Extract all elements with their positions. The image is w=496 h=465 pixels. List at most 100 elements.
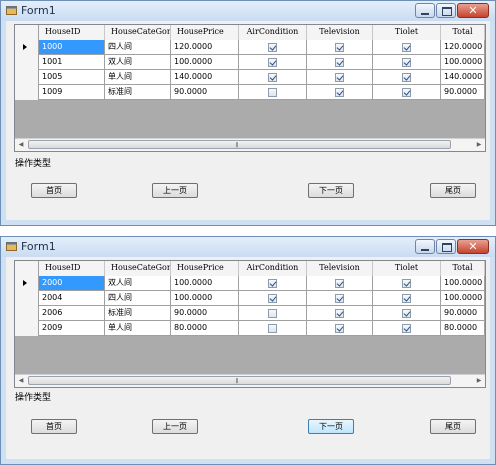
close-button[interactable]: ✕: [457, 239, 489, 254]
row-header-cell[interactable]: [15, 70, 39, 85]
corner-header-cell[interactable]: [15, 25, 39, 40]
cell-housecategory[interactable]: 标准间: [105, 85, 171, 100]
cell-houseid[interactable]: 2004: [39, 291, 105, 306]
cell-total[interactable]: 120.0000: [441, 40, 485, 55]
first-page-button[interactable]: 首页: [31, 183, 77, 198]
cell-television[interactable]: [307, 40, 373, 55]
column-header-houseprice[interactable]: HousePrice: [171, 261, 239, 276]
column-header-aircondition[interactable]: AirCondition: [239, 25, 307, 40]
television-checkbox[interactable]: [335, 58, 344, 67]
cell-tiolet[interactable]: [373, 55, 441, 70]
scroll-right-arrow-icon[interactable]: ▶: [473, 375, 485, 387]
table-row[interactable]: 1000 四人间 120.0000 120.0000: [15, 40, 485, 55]
scroll-left-arrow-icon[interactable]: ◀: [15, 375, 27, 387]
cell-aircondition[interactable]: [239, 321, 307, 336]
cell-housecategory[interactable]: 单人间: [105, 321, 171, 336]
next-page-button[interactable]: 下一页: [308, 183, 354, 198]
television-checkbox[interactable]: [335, 73, 344, 82]
cell-houseid[interactable]: 1009: [39, 85, 105, 100]
column-header-tiolet[interactable]: Tiolet: [373, 25, 441, 40]
tiolet-checkbox[interactable]: [402, 58, 411, 67]
tiolet-checkbox[interactable]: [402, 294, 411, 303]
horizontal-scrollbar[interactable]: ◀ ||| ▶: [15, 138, 485, 151]
cell-total[interactable]: 80.0000: [441, 321, 485, 336]
row-header-cell[interactable]: [15, 321, 39, 336]
column-header-total[interactable]: Total: [441, 25, 485, 40]
cell-aircondition[interactable]: [239, 70, 307, 85]
cell-houseid[interactable]: 1001: [39, 55, 105, 70]
cell-tiolet[interactable]: [373, 291, 441, 306]
table-row[interactable]: 1001 双人间 100.0000 100.0000: [15, 55, 485, 70]
tiolet-checkbox[interactable]: [402, 324, 411, 333]
cell-houseprice[interactable]: 100.0000: [171, 291, 239, 306]
television-checkbox[interactable]: [335, 88, 344, 97]
cell-houseprice[interactable]: 100.0000: [171, 276, 239, 291]
cell-aircondition[interactable]: [239, 55, 307, 70]
cell-houseid[interactable]: 2006: [39, 306, 105, 321]
tiolet-checkbox[interactable]: [402, 88, 411, 97]
cell-television[interactable]: [307, 276, 373, 291]
tiolet-checkbox[interactable]: [402, 279, 411, 288]
cell-total[interactable]: 100.0000: [441, 55, 485, 70]
cell-television[interactable]: [307, 321, 373, 336]
cell-houseprice[interactable]: 120.0000: [171, 40, 239, 55]
cell-television[interactable]: [307, 85, 373, 100]
column-header-housecategory[interactable]: HouseCateGory: [105, 261, 171, 276]
cell-houseprice[interactable]: 80.0000: [171, 321, 239, 336]
cell-housecategory[interactable]: 单人间: [105, 70, 171, 85]
aircondition-checkbox[interactable]: [268, 279, 277, 288]
cell-aircondition[interactable]: [239, 306, 307, 321]
table-row[interactable]: 2006 标准间 90.0000 90.0000: [15, 306, 485, 321]
cell-total[interactable]: 90.0000: [441, 85, 485, 100]
column-header-television[interactable]: Television: [307, 25, 373, 40]
television-checkbox[interactable]: [335, 279, 344, 288]
aircondition-checkbox[interactable]: [268, 43, 277, 52]
cell-housecategory[interactable]: 双人间: [105, 55, 171, 70]
next-page-button[interactable]: 下一页: [308, 419, 354, 434]
cell-total[interactable]: 100.0000: [441, 291, 485, 306]
tiolet-checkbox[interactable]: [402, 309, 411, 318]
cell-tiolet[interactable]: [373, 70, 441, 85]
cell-tiolet[interactable]: [373, 85, 441, 100]
row-header-cell[interactable]: [15, 306, 39, 321]
cell-total[interactable]: 140.0000: [441, 70, 485, 85]
cell-television[interactable]: [307, 55, 373, 70]
table-row[interactable]: 2004 四人间 100.0000 100.0000: [15, 291, 485, 306]
last-page-button[interactable]: 尾页: [430, 419, 476, 434]
table-row[interactable]: 1005 单人间 140.0000 140.0000: [15, 70, 485, 85]
house-data-grid[interactable]: HouseID HouseCateGory HousePrice AirCond…: [14, 260, 486, 388]
cell-total[interactable]: 90.0000: [441, 306, 485, 321]
prev-page-button[interactable]: 上一页: [152, 419, 198, 434]
aircondition-checkbox[interactable]: [268, 309, 277, 318]
television-checkbox[interactable]: [335, 43, 344, 52]
column-header-houseprice[interactable]: HousePrice: [171, 25, 239, 40]
tiolet-checkbox[interactable]: [402, 43, 411, 52]
cell-television[interactable]: [307, 306, 373, 321]
cell-houseprice[interactable]: 90.0000: [171, 85, 239, 100]
aircondition-checkbox[interactable]: [268, 73, 277, 82]
cell-houseid[interactable]: 1000: [39, 40, 105, 55]
aircondition-checkbox[interactable]: [268, 324, 277, 333]
cell-tiolet[interactable]: [373, 276, 441, 291]
cell-aircondition[interactable]: [239, 276, 307, 291]
scrollbar-thumb[interactable]: |||: [28, 140, 451, 149]
cell-houseid[interactable]: 1005: [39, 70, 105, 85]
title-bar[interactable]: Form1 ✕: [1, 1, 495, 21]
cell-housecategory[interactable]: 四人间: [105, 40, 171, 55]
aircondition-checkbox[interactable]: [268, 58, 277, 67]
minimize-button[interactable]: [415, 3, 435, 18]
scroll-right-arrow-icon[interactable]: ▶: [473, 139, 485, 151]
corner-header-cell[interactable]: [15, 261, 39, 276]
cell-houseid[interactable]: 2000: [39, 276, 105, 291]
cell-houseprice[interactable]: 140.0000: [171, 70, 239, 85]
television-checkbox[interactable]: [335, 324, 344, 333]
cell-total[interactable]: 100.0000: [441, 276, 485, 291]
maximize-button[interactable]: [436, 3, 456, 18]
aircondition-checkbox[interactable]: [268, 294, 277, 303]
cell-television[interactable]: [307, 70, 373, 85]
title-bar[interactable]: Form1 ✕: [1, 237, 495, 257]
cell-tiolet[interactable]: [373, 40, 441, 55]
tiolet-checkbox[interactable]: [402, 73, 411, 82]
aircondition-checkbox[interactable]: [268, 88, 277, 97]
row-header-cell[interactable]: [15, 55, 39, 70]
